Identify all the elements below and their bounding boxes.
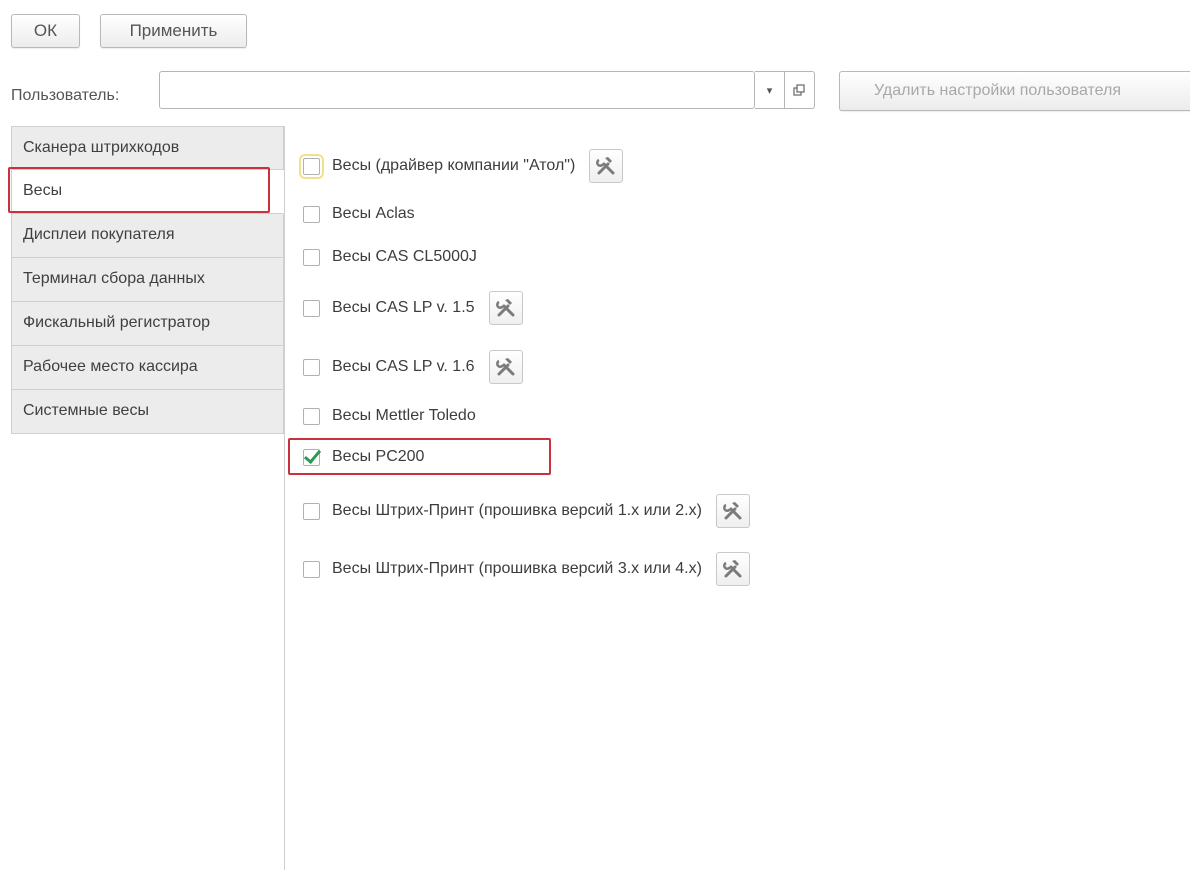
ok-button[interactable]: ОК	[11, 14, 80, 48]
delete-user-settings-button[interactable]: Удалить настройки пользователя	[839, 71, 1190, 111]
tab-label: Фискальный регистратор	[23, 314, 211, 331]
tab-barcode-scanners[interactable]: Сканера штрихкодов	[11, 126, 284, 170]
option-cas-lp15-scales[interactable]: Весы CAS LP v. 1.5	[303, 291, 523, 325]
option-label: Весы Aclas	[332, 205, 415, 222]
settings-button[interactable]	[488, 291, 523, 325]
checkbox[interactable]	[299, 153, 324, 179]
user-dropdown-button[interactable]: ▾	[755, 71, 785, 109]
tab-highlight-frame	[8, 167, 270, 213]
option-shtrih-print-v12-scales[interactable]: Весы Штрих-Принт (прошивка версий 1.x ил…	[303, 494, 750, 528]
tab-customer-displays[interactable]: Дисплеи покупателя	[11, 214, 284, 258]
checkbox[interactable]	[303, 248, 320, 266]
tab-label: Дисплеи покупателя	[23, 226, 175, 243]
tools-icon	[723, 502, 742, 520]
apply-button-label: Применить	[129, 21, 218, 40]
delete-user-settings-label: Удалить настройки пользователя	[874, 82, 1122, 99]
user-field[interactable]	[159, 71, 755, 109]
checkbox[interactable]	[303, 502, 320, 520]
tab-data-terminal[interactable]: Терминал сбора данных	[11, 258, 284, 302]
tools-icon	[495, 358, 515, 376]
option-label: Весы Штрих-Принт (прошивка версий 3.x ил…	[332, 560, 702, 577]
tab-cashier-workplace[interactable]: Рабочее место кассира	[11, 346, 284, 390]
option-label: Весы CAS LP v. 1.5	[332, 299, 475, 316]
checkbox[interactable]	[303, 560, 320, 578]
user-label: Пользователь:	[11, 87, 120, 104]
settings-button[interactable]	[715, 494, 750, 528]
tab-label: Терминал сбора данных	[23, 270, 205, 287]
user-open-button[interactable]	[785, 71, 815, 109]
option-cas-cl5000j-scales[interactable]: Весы CAS CL5000J	[303, 246, 477, 268]
checkbox[interactable]	[303, 205, 320, 223]
tools-icon	[723, 560, 742, 578]
tab-label: Сканера штрихкодов	[23, 139, 180, 156]
settings-button[interactable]	[715, 552, 750, 586]
option-atol-scales[interactable]: Весы (драйвер компании "Атол")	[299, 149, 624, 183]
tab-fiscal-registrar[interactable]: Фискальный регистратор	[11, 302, 284, 346]
option-label: Весы Mettler Toledo	[332, 407, 476, 424]
panel-divider	[284, 126, 285, 870]
checkbox[interactable]	[303, 358, 320, 376]
open-window-icon	[793, 83, 805, 96]
option-mettler-toledo-scales[interactable]: Весы Mettler Toledo	[303, 405, 476, 427]
option-aclas-scales[interactable]: Весы Aclas	[303, 203, 415, 225]
option-label: Весы (драйвер компании "Атол")	[332, 157, 576, 174]
option-highlight-frame	[288, 438, 551, 475]
option-label: Весы CAS LP v. 1.6	[332, 358, 475, 375]
option-shtrih-print-v34-scales[interactable]: Весы Штрих-Принт (прошивка версий 3.x ил…	[303, 552, 750, 586]
checkbox[interactable]	[303, 299, 320, 317]
ok-button-label: ОК	[33, 21, 58, 40]
settings-button[interactable]	[488, 350, 523, 384]
tab-label: Системные весы	[23, 402, 149, 419]
settings-button[interactable]	[589, 149, 624, 183]
tab-label: Рабочее место кассира	[23, 358, 198, 375]
checkbox[interactable]	[303, 407, 320, 425]
apply-button[interactable]: Применить	[100, 14, 247, 48]
option-label: Весы Штрих-Принт (прошивка версий 1.x ил…	[332, 502, 702, 519]
option-label: Весы CAS CL5000J	[332, 248, 477, 265]
tools-icon	[596, 157, 615, 175]
tab-system-scales[interactable]: Системные весы	[11, 390, 284, 434]
chevron-down-icon: ▾	[766, 84, 773, 97]
option-cas-lp16-scales[interactable]: Весы CAS LP v. 1.6	[303, 350, 523, 384]
tools-icon	[495, 299, 515, 317]
